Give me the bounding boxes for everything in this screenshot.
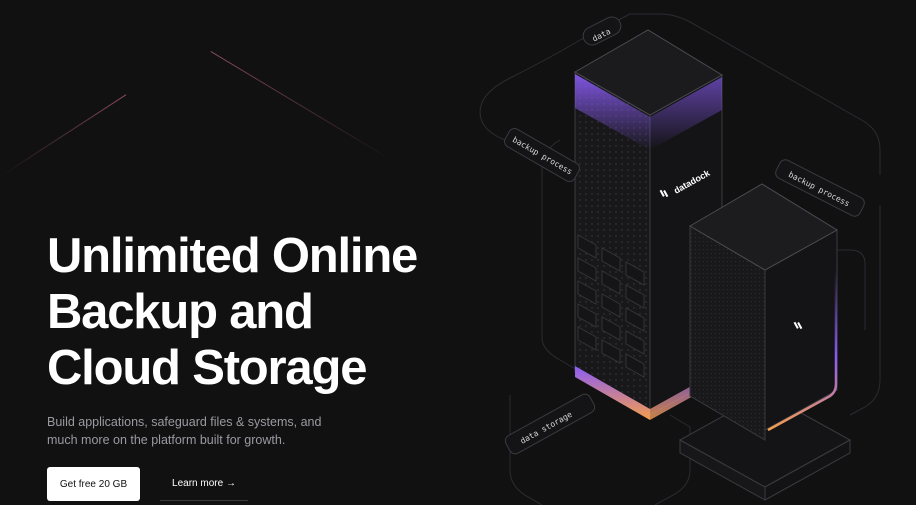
tag-data: data bbox=[582, 16, 622, 46]
hero-headline: Unlimited Online Backup and Cloud Storag… bbox=[47, 228, 477, 396]
server-illustration-svg: datadock data backup process backup proc… bbox=[479, 13, 881, 505]
headline-line-3: Cloud Storage bbox=[47, 341, 367, 395]
learn-more-link[interactable]: Learn more → bbox=[160, 467, 248, 501]
light-streak bbox=[0, 94, 127, 177]
headline-line-2: Backup and bbox=[47, 285, 314, 339]
tag-data-storage: data storage bbox=[504, 393, 596, 455]
headline-line-1: Unlimited Online bbox=[47, 229, 418, 283]
subtext-line-1: Build applications, safeguard files & sy… bbox=[47, 415, 322, 429]
small-server bbox=[678, 183, 852, 501]
hero-subtext: Build applications, safeguard files & sy… bbox=[47, 413, 327, 449]
get-free-storage-button[interactable]: Get free 20 GB bbox=[47, 467, 140, 501]
subtext-line-2: much more on the platform built for grow… bbox=[47, 433, 286, 447]
server-illustration: datadock data backup process backup proc… bbox=[470, 0, 916, 505]
light-streak bbox=[210, 51, 392, 161]
hero-section: Unlimited Online Backup and Cloud Storag… bbox=[0, 0, 916, 505]
